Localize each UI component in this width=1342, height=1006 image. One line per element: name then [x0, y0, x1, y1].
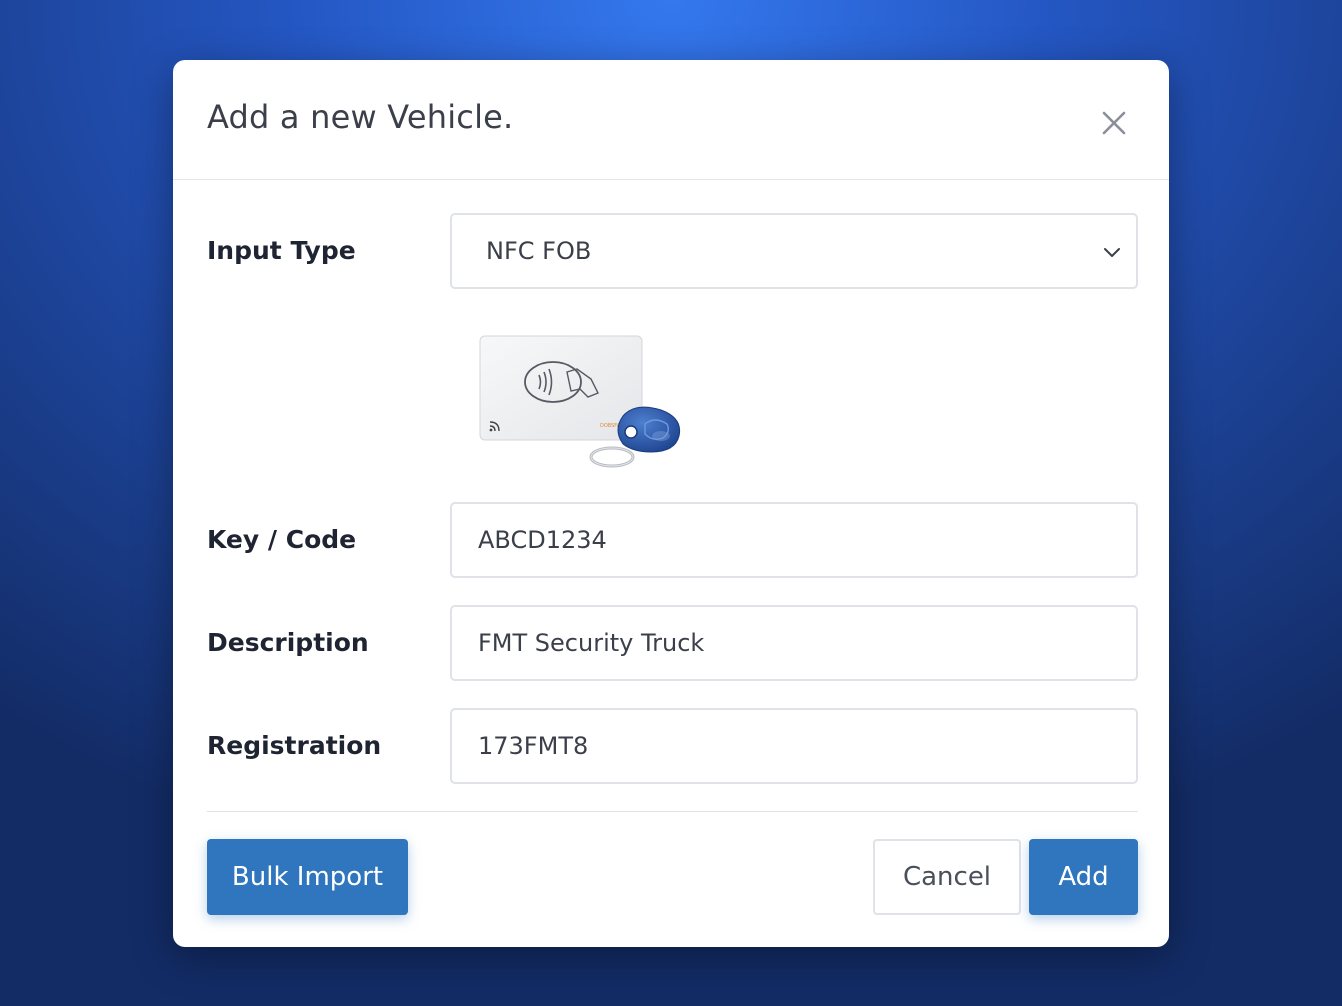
modal-header: Add a new Vehicle.: [173, 60, 1169, 180]
add-button[interactable]: Add: [1029, 839, 1138, 915]
close-button[interactable]: [1099, 108, 1129, 138]
registration-label: Registration: [207, 731, 382, 760]
description-label: Description: [207, 628, 369, 657]
add-label: Add: [1058, 862, 1109, 892]
key-code-label: Key / Code: [207, 525, 357, 554]
key-code-input[interactable]: [450, 502, 1138, 578]
input-type-selected-value: NFC FOB: [486, 237, 592, 265]
input-type-label: Input Type: [207, 236, 356, 265]
chevron-down-icon: [1104, 248, 1120, 257]
input-type-select[interactable]: NFC FOB: [450, 213, 1138, 289]
add-vehicle-modal: Add a new Vehicle. Input Type NFC FOB DO…: [173, 60, 1169, 947]
nfc-card-and-fob-image: DOBSFAST: [479, 335, 681, 468]
description-input[interactable]: [450, 605, 1138, 681]
cancel-button[interactable]: Cancel: [873, 839, 1021, 915]
bulk-import-button[interactable]: Bulk Import: [207, 839, 408, 915]
modal-title: Add a new Vehicle.: [207, 98, 514, 136]
footer-divider: [207, 811, 1138, 812]
cancel-label: Cancel: [902, 862, 992, 892]
close-icon: [1102, 111, 1126, 135]
registration-input[interactable]: [450, 708, 1138, 784]
bulk-import-label: Bulk Import: [231, 862, 384, 892]
